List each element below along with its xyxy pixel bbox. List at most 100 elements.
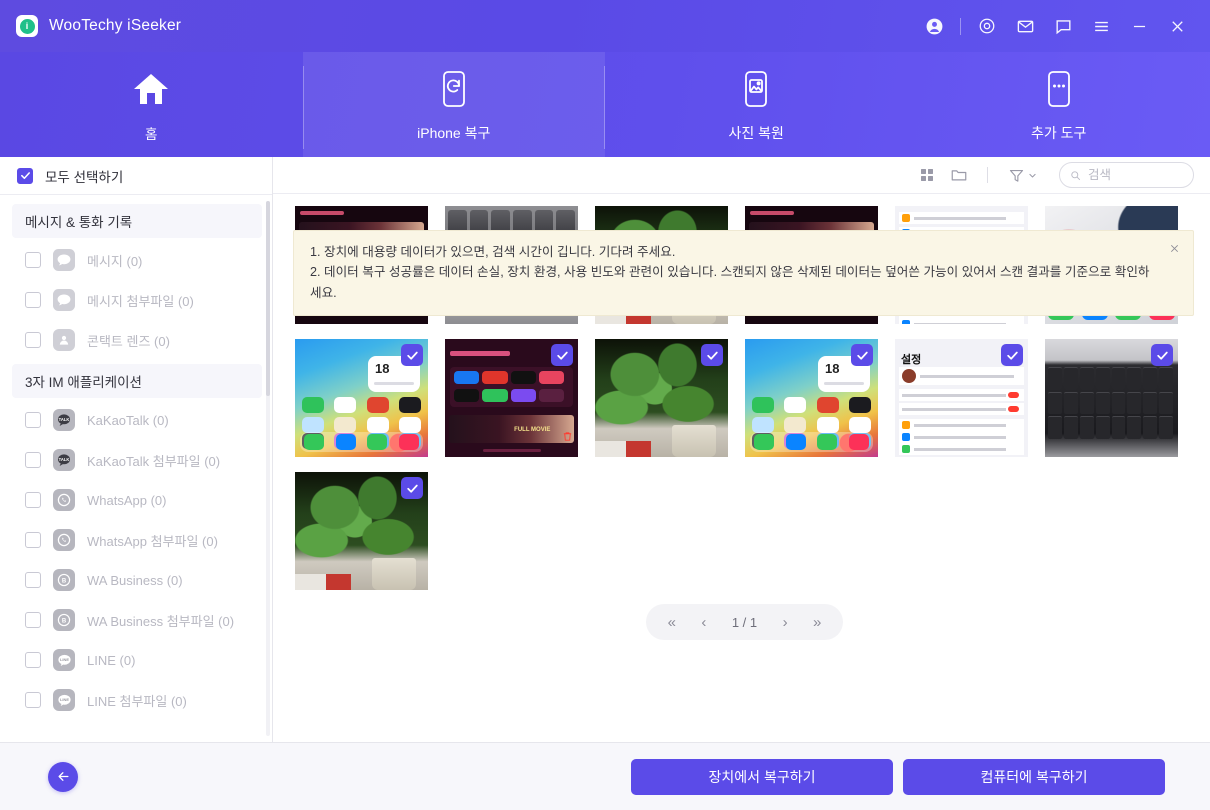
sidebar-item-wa-business[interactable]: B WA Business (0): [0, 560, 272, 600]
category-list: 메시지 & 통화 기록 메시지 (0) 메시지 첨부파일 (0): [0, 195, 272, 742]
contacts-icon: [53, 329, 75, 351]
titlebar-divider: [960, 18, 961, 35]
thumbnail-check-badge[interactable]: [1001, 344, 1023, 366]
pagination: « ‹ 1 / 1 › »: [646, 604, 843, 640]
folder-view-icon[interactable]: [943, 160, 975, 190]
select-all-checkbox[interactable]: [17, 168, 33, 184]
thumbnail-settings-2[interactable]: 설정: [895, 339, 1028, 457]
item-checkbox[interactable]: [25, 252, 41, 268]
thumbnail-keyboard-2[interactable]: [1045, 339, 1178, 457]
sidebar-item-label: WhatsApp 첨부파일 (0): [87, 531, 218, 550]
thumbnail-grid-area: FULL MOVIE FULL MOVIE: [273, 194, 1210, 742]
title-bar: i WooTechy iSeeker: [0, 0, 1210, 52]
item-checkbox[interactable]: [25, 332, 41, 348]
thumbnail-check-badge[interactable]: [851, 344, 873, 366]
recover-to-computer-button[interactable]: 컴퓨터에 복구하기: [903, 759, 1165, 795]
nav-tab-photo-restore[interactable]: 사진 복원: [605, 52, 908, 157]
line-icon: LINE: [53, 649, 75, 671]
sidebar-item-whatsapp[interactable]: WhatsApp (0): [0, 480, 272, 520]
nav-tab-iphone-recovery[interactable]: iPhone 복구: [303, 52, 606, 157]
sidebar-item-message-attachments[interactable]: 메시지 첨부파일 (0): [0, 280, 272, 320]
sidebar-scrollbar-thumb[interactable]: [266, 201, 270, 396]
sidebar-item-whatsapp-attachments[interactable]: WhatsApp 첨부파일 (0): [0, 520, 272, 560]
thumbnail-check-badge[interactable]: [551, 344, 573, 366]
pagination-next[interactable]: ›: [771, 611, 799, 633]
thumbnail-check-badge[interactable]: [1151, 344, 1173, 366]
svg-text:B: B: [62, 618, 67, 624]
thumbnail-check-badge[interactable]: [701, 344, 723, 366]
target-icon[interactable]: [968, 7, 1006, 45]
item-checkbox[interactable]: [25, 652, 41, 668]
pagination-last[interactable]: »: [803, 611, 831, 633]
messages-icon: [53, 249, 75, 271]
grid-view-icon[interactable]: [911, 160, 943, 190]
toolbar-divider: [987, 167, 988, 183]
pagination-prev[interactable]: ‹: [690, 611, 718, 633]
check-icon: [1006, 349, 1019, 362]
sidebar-item-label: KaKaoTalk (0): [87, 413, 169, 428]
thumbnail-check-badge[interactable]: [401, 344, 423, 366]
phone-more-icon: [1045, 67, 1073, 111]
nav-tab-label-photo-restore: 사진 복원: [729, 123, 784, 143]
app-body: 모두 선택하기 메시지 & 통화 기록 메시지 (0): [0, 157, 1210, 742]
sidebar-item-kakaotalk[interactable]: TALK KaKaoTalk (0): [0, 400, 272, 440]
thumbnail-check-badge[interactable]: [401, 477, 423, 499]
check-icon: [856, 349, 869, 362]
phone-refresh-icon: [440, 67, 468, 111]
search-input[interactable]: [1088, 168, 1183, 182]
menu-icon[interactable]: [1082, 7, 1120, 45]
pagination-first[interactable]: «: [658, 611, 686, 633]
recover-to-device-button[interactable]: 장치에서 복구하기: [631, 759, 893, 795]
account-icon[interactable]: [915, 7, 953, 45]
sidebar-item-label: KaKaoTalk 첨부파일 (0): [87, 451, 220, 470]
filter-icon[interactable]: [1000, 167, 1045, 184]
item-checkbox[interactable]: [25, 492, 41, 508]
back-arrow-icon[interactable]: [48, 762, 78, 792]
minimize-icon[interactable]: [1120, 7, 1158, 45]
svg-text:LINE: LINE: [59, 657, 68, 662]
nav-tab-more-tools[interactable]: 추가 도구: [908, 52, 1210, 157]
thumbnail-plant-3[interactable]: [295, 472, 428, 590]
svg-text:LINE: LINE: [59, 697, 68, 702]
thumbnail-ios-home-1[interactable]: 18: [295, 339, 428, 457]
close-icon[interactable]: [1158, 7, 1196, 45]
line-icon: LINE: [53, 689, 75, 711]
pagination-info: 1 / 1: [722, 615, 767, 630]
app-title: WooTechy iSeeker: [49, 17, 181, 35]
sidebar-item-messages[interactable]: 메시지 (0): [0, 240, 272, 280]
mail-icon[interactable]: [1006, 7, 1044, 45]
sidebar-item-label: WA Business (0): [87, 573, 183, 588]
item-checkbox[interactable]: [25, 572, 41, 588]
thumbnail-dark-apps-1[interactable]: FULL MOVIE: [445, 339, 578, 457]
sidebar-item-label: WhatsApp (0): [87, 493, 166, 508]
item-checkbox[interactable]: [25, 692, 41, 708]
sidebar-item-kakaotalk-attachments[interactable]: TALK KaKaoTalk 첨부파일 (0): [0, 440, 272, 480]
check-icon: [706, 349, 719, 362]
item-checkbox[interactable]: [25, 412, 41, 428]
thumbnail-ios-home-2[interactable]: 18: [745, 339, 878, 457]
search-box[interactable]: [1059, 162, 1194, 188]
content-toolbar: [273, 157, 1210, 194]
sidebar-item-contacts[interactable]: 콘택트 렌즈 (0): [0, 320, 272, 360]
category-group-header: 메시지 & 통화 기록: [12, 204, 262, 238]
banner-close-icon[interactable]: [1164, 238, 1184, 258]
item-checkbox[interactable]: [25, 532, 41, 548]
trash-icon: [562, 430, 573, 443]
nav-tab-label-more-tools: 추가 도구: [1031, 123, 1086, 143]
pagination-area: « ‹ 1 / 1 › »: [295, 590, 1194, 650]
sidebar-item-wa-business-attachments[interactable]: B WA Business 첨부파일 (0): [0, 600, 272, 640]
banner-line-1: 1. 장치에 대용량 데이터가 있으면, 검색 시간이 깁니다. 기다려 주세요…: [310, 242, 1157, 262]
select-all-row[interactable]: 모두 선택하기: [0, 157, 272, 195]
sidebar: 모두 선택하기 메시지 & 통화 기록 메시지 (0): [0, 157, 273, 742]
item-checkbox[interactable]: [25, 292, 41, 308]
wabusiness-icon: B: [53, 609, 75, 631]
whatsapp-icon: [53, 529, 75, 551]
feedback-icon[interactable]: [1044, 7, 1082, 45]
nav-tab-home[interactable]: 홈: [0, 52, 303, 157]
sidebar-item-label: 메시지 첨부파일 (0): [87, 291, 194, 310]
sidebar-item-line-attachments[interactable]: LINE LINE 첨부파일 (0): [0, 680, 272, 720]
thumbnail-plant-2[interactable]: [595, 339, 728, 457]
item-checkbox[interactable]: [25, 452, 41, 468]
item-checkbox[interactable]: [25, 612, 41, 628]
sidebar-item-line[interactable]: LINE LINE (0): [0, 640, 272, 680]
